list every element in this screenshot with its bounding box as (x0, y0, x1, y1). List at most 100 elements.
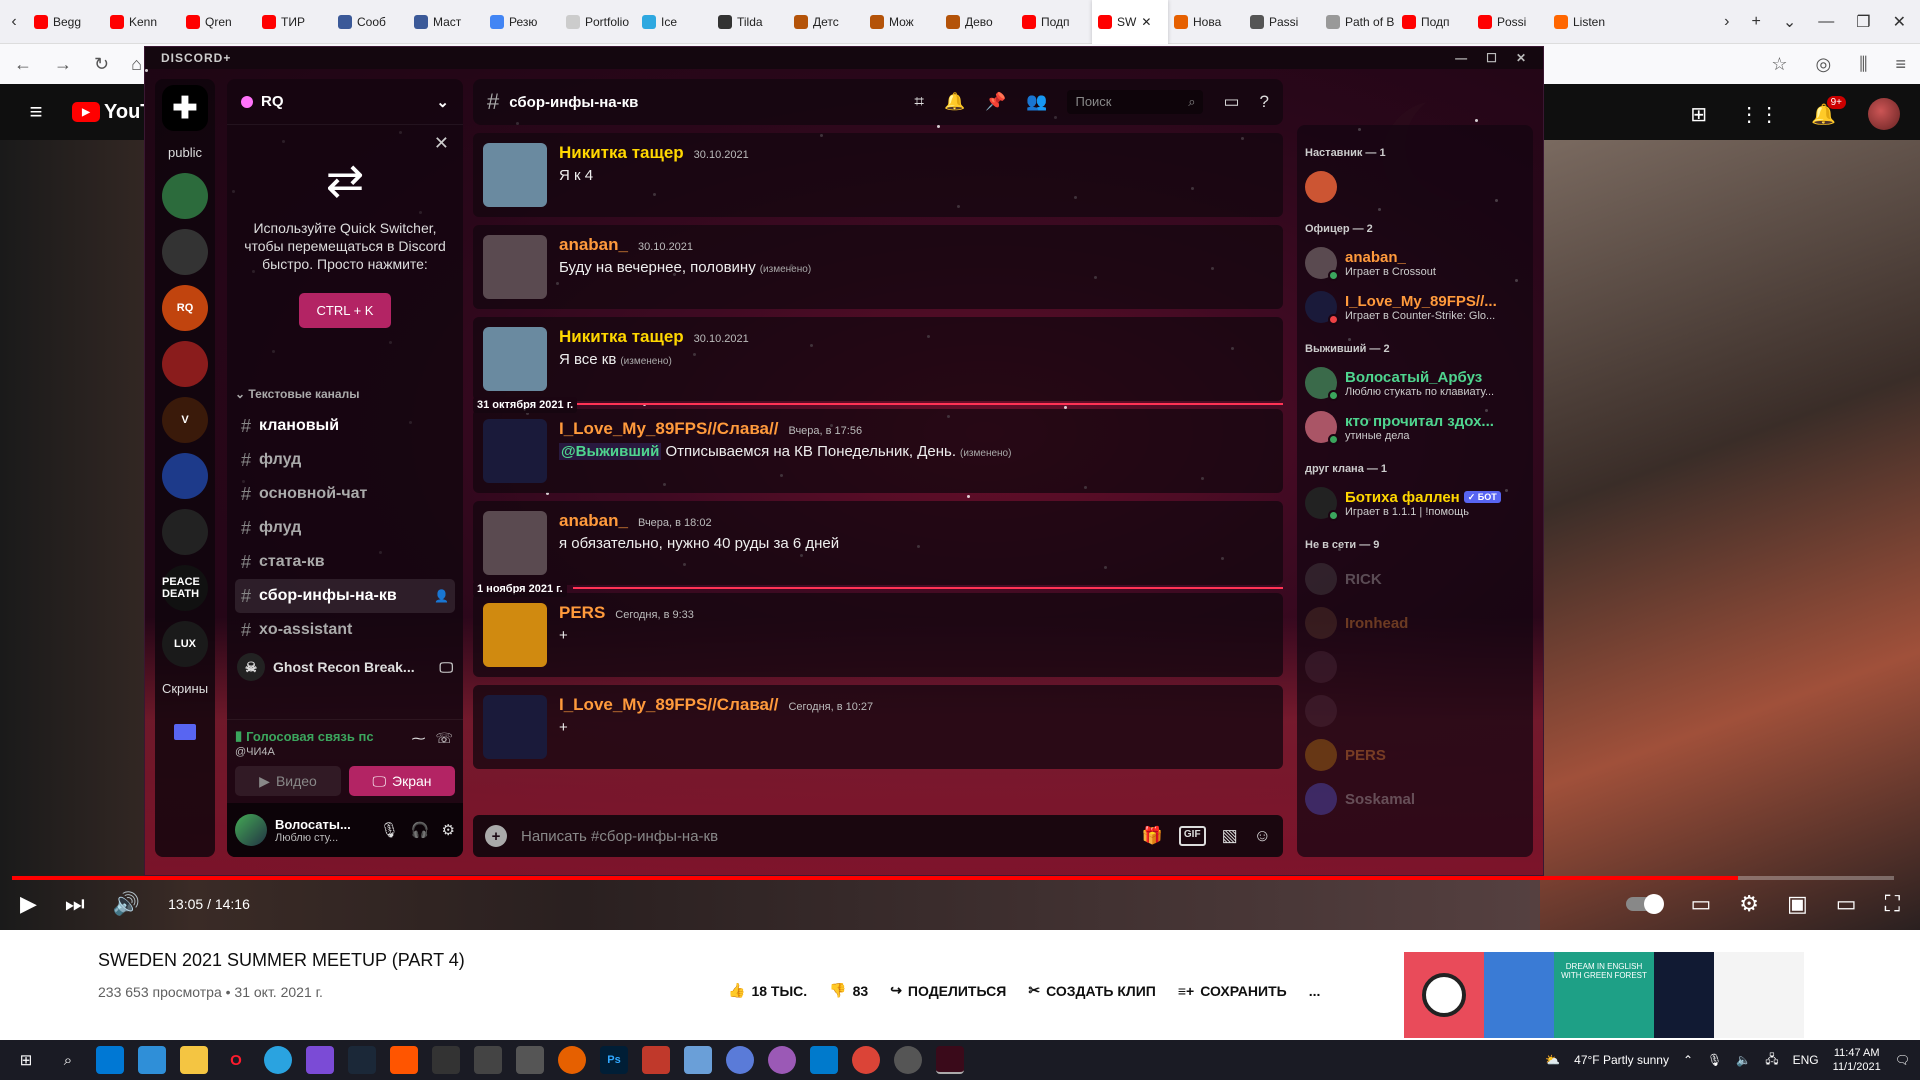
member-item[interactable]: Ботиха фаллен ✓ БОТ Играет в 1.1.1 | !помо… (1305, 481, 1525, 525)
screen-share-icon[interactable]: 🖵 (440, 659, 454, 676)
add-attachment-icon[interactable]: + (485, 825, 507, 847)
browser-tab[interactable]: Passi (1244, 0, 1320, 44)
server-icon[interactable]: LUX (162, 621, 208, 667)
browser-tab[interactable]: Tilda (712, 0, 788, 44)
home-icon[interactable]: ⌂ (131, 54, 142, 75)
avatar[interactable] (483, 235, 547, 299)
tab-scroll-left-icon[interactable]: ‹ (0, 13, 28, 31)
restore-icon[interactable]: ❐ (1856, 12, 1870, 32)
channel-item[interactable]: # сбор-инфы-на-кв 👤 (235, 579, 455, 613)
browser-tab[interactable]: Kenn (104, 0, 180, 44)
channel-item[interactable]: # стата-кв (227, 545, 463, 579)
miniplayer-icon[interactable]: ▣ (1787, 891, 1808, 917)
language-indicator[interactable]: ENG (1793, 1053, 1819, 1067)
save-button[interactable]: ≡+ СОХРАНИТЬ (1178, 982, 1287, 999)
server-icon[interactable] (162, 229, 208, 275)
members-icon[interactable]: 👥 (1026, 92, 1047, 112)
weather-text[interactable]: 47°F Partly sunny (1574, 1053, 1669, 1067)
gear-icon[interactable]: ⚙ (442, 821, 455, 839)
close-window-icon[interactable]: ✕ (1893, 12, 1906, 32)
soundcloud-icon[interactable] (390, 1046, 418, 1074)
channel-item[interactable]: # основной-чат (227, 477, 463, 511)
browser-tab[interactable]: Маст (408, 0, 484, 44)
clock[interactable]: 11:47 AM 11/1/2021 (1833, 1046, 1881, 1074)
message-author[interactable]: anaban_ (559, 235, 628, 254)
message-author[interactable]: I_Love_My_89FPS//Слава// (559, 695, 778, 714)
inbox-icon[interactable]: ▭ (1223, 92, 1239, 112)
like-button[interactable]: 👍 18 ТЫС. (728, 982, 807, 999)
headphones-icon[interactable]: 🎧 (411, 821, 430, 839)
volume-icon[interactable]: 🔊 (113, 891, 140, 917)
member-item[interactable]: anaban_ Играет в Crossout (1305, 241, 1525, 285)
app-menu-icon[interactable]: ≡ (1895, 54, 1906, 75)
channel-item[interactable]: # клановый (227, 409, 463, 443)
subtitles-icon[interactable]: ▭ (1690, 891, 1711, 917)
browser-tab[interactable]: Подп (1016, 0, 1092, 44)
discord-minimize-icon[interactable]: — (1455, 51, 1468, 65)
close-icon[interactable]: ✕ (434, 133, 449, 154)
video-button[interactable]: ▶ Видео (235, 766, 341, 796)
app-icon[interactable] (432, 1046, 460, 1074)
vscode-icon[interactable] (810, 1046, 838, 1074)
firefox-icon[interactable] (558, 1046, 586, 1074)
avatar[interactable] (235, 814, 267, 846)
avatar[interactable] (483, 695, 547, 759)
discord-plus-icon[interactable] (936, 1046, 964, 1074)
gift-icon[interactable]: 🎁 (1142, 826, 1163, 846)
member-item[interactable]: Soskamal (1305, 777, 1525, 821)
settings-icon[interactable]: ⚙ (1739, 891, 1759, 917)
windows-start-icon[interactable]: ⊞ (12, 1046, 40, 1074)
browser-tab[interactable]: SW ✕ (1092, 0, 1168, 44)
channel-item[interactable]: # xo-assistant (227, 613, 463, 647)
message-author[interactable]: I_Love_My_89FPS//Слава// (559, 419, 778, 438)
tab-close-icon[interactable]: ✕ (1141, 15, 1151, 29)
screen-button[interactable]: 🖵 Экран (349, 766, 455, 796)
fullscreen-icon[interactable]: ⛶ (1885, 891, 1900, 917)
notepad-icon[interactable] (684, 1046, 712, 1074)
discord-home-icon[interactable]: ✚ (162, 85, 208, 131)
browser-tab[interactable]: Резю (484, 0, 560, 44)
ctrl-k-button[interactable]: CTRL + K (298, 293, 392, 328)
chevron-up-icon[interactable]: ⌃ (1683, 1053, 1693, 1067)
mail-icon[interactable] (138, 1046, 166, 1074)
photoshop-icon[interactable]: Ps (600, 1046, 628, 1074)
server-icon[interactable]: RQ (162, 285, 208, 331)
browser-tab[interactable]: Path of B (1320, 0, 1396, 44)
chrome-icon[interactable] (852, 1046, 880, 1074)
discord-maximize-icon[interactable]: ☐ (1486, 51, 1498, 65)
app-icon[interactable] (516, 1046, 544, 1074)
server-icon[interactable]: PEACE DEATH (162, 565, 208, 611)
folder-icon[interactable] (162, 709, 208, 755)
message[interactable]: Никитка тащер 30.10.2021 Я к 4 (473, 133, 1283, 217)
server-icon[interactable] (162, 173, 208, 219)
microphone-icon[interactable]: 🎙 (1707, 1053, 1722, 1067)
apps-grid-icon[interactable]: ⋮⋮ (1739, 102, 1779, 127)
member-item[interactable]: Ironhead (1305, 601, 1525, 645)
winrar-icon[interactable] (642, 1046, 670, 1074)
browser-tab[interactable]: Listen (1548, 0, 1624, 44)
gif-button[interactable]: GIF (1178, 826, 1206, 846)
create-video-icon[interactable]: ⊞ (1690, 102, 1707, 127)
app-icon[interactable] (768, 1046, 796, 1074)
threads-icon[interactable]: ⌗ (914, 92, 924, 112)
avatar[interactable] (483, 511, 547, 575)
member-item[interactable] (1305, 645, 1525, 689)
back-icon[interactable]: ← (14, 54, 32, 75)
discord-icon[interactable] (306, 1046, 334, 1074)
browser-tab[interactable]: Дево (940, 0, 1016, 44)
channel-item[interactable]: # флуд (227, 443, 463, 477)
account-avatar[interactable] (1868, 98, 1900, 130)
message-composer[interactable]: + Написать #сбор-инфы-на-кв 🎁 GIF ▧ ☺ (473, 815, 1283, 857)
store-icon[interactable] (96, 1046, 124, 1074)
message-author[interactable]: anaban_ (559, 511, 628, 530)
browser-tab[interactable]: Portfolio (560, 0, 636, 44)
disconnect-icon[interactable]: ☏ (435, 730, 453, 747)
list-all-tabs-icon[interactable]: ⌄ (1783, 12, 1796, 32)
message-author[interactable]: Никитка тащер (559, 327, 684, 346)
chevron-down-icon[interactable]: ⌄ (436, 93, 449, 111)
browser-tab[interactable]: Begg (28, 0, 104, 44)
forward-icon[interactable]: → (54, 54, 72, 75)
message-author[interactable]: PERS (559, 603, 605, 622)
server-icon[interactable]: Скрины (162, 677, 208, 699)
mention[interactable]: @Выживший (559, 443, 662, 460)
